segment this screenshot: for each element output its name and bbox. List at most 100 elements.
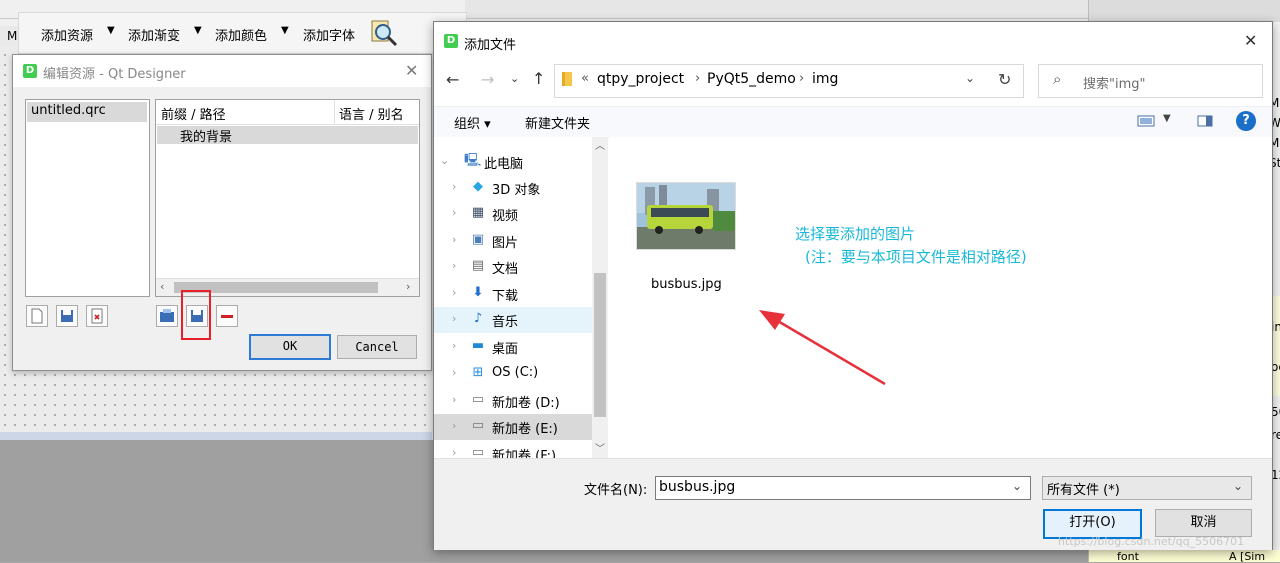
add-font-button[interactable]: 添加字体 xyxy=(303,25,355,44)
ok-button[interactable]: OK xyxy=(249,334,331,360)
refresh-icon: ↻ xyxy=(998,70,1012,89)
breadcrumb-item[interactable]: img xyxy=(812,71,838,87)
nav-item-documents[interactable]: › ▤ 文档 xyxy=(434,254,592,280)
breadcrumb-item[interactable]: qtpy_project xyxy=(597,71,684,87)
new-file-button[interactable] xyxy=(26,305,48,327)
add-gradient-button[interactable]: 添加渐变 xyxy=(128,25,180,44)
add-resource-dropdown[interactable]: ▼ xyxy=(107,25,115,36)
chevron-right-icon[interactable]: › xyxy=(452,446,456,458)
chevron-down-icon[interactable]: ⌄ xyxy=(1012,479,1022,493)
file-dialog-title: 添加文件 xyxy=(464,38,517,53)
add-prefix-icon xyxy=(160,309,174,322)
windows-drive-icon: ⊞ xyxy=(472,365,484,380)
scroll-down-icon[interactable]: ﹀ xyxy=(595,440,605,455)
scrollbar-thumb[interactable] xyxy=(594,273,606,417)
scroll-right-icon[interactable]: › xyxy=(406,280,410,293)
nav-item-3d-objects[interactable]: › ◆ 3D 对象 xyxy=(434,175,592,201)
file-name: busbus.jpg xyxy=(651,277,722,292)
back-icon[interactable]: ← xyxy=(446,70,459,89)
filename-label: 文件名(N): xyxy=(584,483,648,498)
resource-file-list[interactable]: untitled.qrc xyxy=(25,99,150,297)
search-input[interactable]: ⌕ 搜索"img" xyxy=(1038,64,1263,98)
nav-item-pictures[interactable]: › ▣ 图片 xyxy=(434,228,592,254)
address-bar[interactable]: « qtpy_project › PyQt5_demo › img ⌄ xyxy=(554,64,989,98)
add-prefix-button[interactable] xyxy=(156,305,178,327)
m-tab[interactable]: M xyxy=(0,26,18,46)
chevron-right-icon[interactable]: › xyxy=(452,206,456,219)
column-header-prefix[interactable]: 前缀 / 路径 xyxy=(161,104,226,123)
nav-item-drive-c[interactable]: › ⊞ OS (C:) xyxy=(434,361,592,387)
video-icon: ▦ xyxy=(471,205,485,220)
add-resource-button[interactable]: 添加资源 xyxy=(41,25,93,44)
annotation-arrow-icon xyxy=(759,310,886,386)
search-icon: ⌕ xyxy=(1053,70,1062,88)
filename-input[interactable]: busbus.jpg ⌄ xyxy=(655,476,1031,500)
minus-icon xyxy=(221,315,233,318)
file-list-area[interactable]: busbus.jpg 选择要添加的图片 (注：要与本项目文件是相对路径) xyxy=(609,137,1272,458)
list-item[interactable]: untitled.qrc xyxy=(27,102,147,122)
breadcrumb-item[interactable]: PyQt5_demo xyxy=(707,71,796,87)
close-icon[interactable]: ✕ xyxy=(1244,31,1257,50)
qt-designer-icon: D xyxy=(444,34,458,48)
navigation-pane: ⌄ 🖳 此电脑 › ◆ 3D 对象 › ▦ 视频 › ▣ 图片 › ▤ 文档 ›… xyxy=(434,137,608,458)
refresh-button[interactable]: ↻ xyxy=(987,64,1024,98)
chevron-down-icon[interactable]: ⌄ xyxy=(440,154,449,167)
nav-item-downloads[interactable]: › ⬇ 下载 xyxy=(434,281,592,307)
chevron-right-icon[interactable]: › xyxy=(452,419,456,432)
view-dropdown-icon[interactable]: ▼ xyxy=(1163,113,1171,124)
filetype-select[interactable]: 所有文件 (*) ⌄ xyxy=(1042,476,1252,500)
table-row[interactable]: 我的背景 xyxy=(157,126,418,145)
chevron-right-icon[interactable]: › xyxy=(452,180,456,193)
column-header-alias[interactable]: 语言 / 别名 xyxy=(339,104,404,123)
remove-button[interactable] xyxy=(216,305,238,327)
chevron-right-icon[interactable]: › xyxy=(452,366,456,379)
nav-item-this-pc[interactable]: ⌄ 🖳 此电脑 xyxy=(434,149,592,175)
folder-icon xyxy=(560,71,574,86)
close-icon[interactable]: ✕ xyxy=(405,61,418,80)
organize-button[interactable]: 组织 ▾ xyxy=(454,113,491,132)
drive-icon: ▭ xyxy=(471,392,485,407)
open-file-button[interactable] xyxy=(56,305,78,327)
cube-icon: ◆ xyxy=(473,179,483,194)
chevron-right-icon[interactable]: › xyxy=(452,286,456,299)
up-folder-icon[interactable]: ↑ xyxy=(532,69,545,88)
chevron-right-icon[interactable]: › xyxy=(452,312,456,325)
chevron-right-icon[interactable]: › xyxy=(452,339,456,352)
chevron-down-icon[interactable]: ⌄ xyxy=(1233,479,1243,493)
picture-icon: ▣ xyxy=(471,232,485,247)
cancel-button[interactable]: Cancel xyxy=(337,335,417,359)
nav-item-drive-d[interactable]: › ▭ 新加卷 (D:) xyxy=(434,388,592,414)
recent-locations-icon[interactable]: ⌄ xyxy=(510,72,519,85)
watermark: https://blog.csdn.net/qq_5506701 xyxy=(1058,535,1245,548)
new-folder-button[interactable]: 新建文件夹 xyxy=(525,113,590,132)
desktop-icon: ▬ xyxy=(471,338,485,353)
add-color-dropdown[interactable]: ▼ xyxy=(281,25,289,36)
navigation-scrollbar[interactable]: ︿ ﹀ xyxy=(592,137,608,458)
nav-item-videos[interactable]: › ▦ 视频 xyxy=(434,201,592,227)
add-color-button[interactable]: 添加颜色 xyxy=(215,25,267,44)
forward-icon[interactable]: → xyxy=(481,70,494,89)
chevron-right-icon[interactable]: › xyxy=(452,393,456,406)
file-item[interactable]: busbus.jpg xyxy=(609,137,759,297)
chevron-down-icon[interactable]: ⌄ xyxy=(965,71,975,85)
chevron-right-icon[interactable]: › xyxy=(452,233,456,246)
cancel-button[interactable]: 取消 xyxy=(1155,509,1252,537)
nav-item-drive-f[interactable]: › ▭ 新加卷 (F:) xyxy=(434,441,592,459)
view-options-icon[interactable] xyxy=(1137,115,1155,127)
nav-item-drive-e[interactable]: › ▭ 新加卷 (E:) xyxy=(434,414,592,440)
nav-item-music[interactable]: › ♪ 音乐 xyxy=(434,307,592,333)
scroll-left-icon[interactable]: ‹ xyxy=(160,280,164,293)
preview-pane-icon[interactable] xyxy=(1197,115,1213,127)
add-gradient-dropdown[interactable]: ▼ xyxy=(194,25,202,36)
scroll-up-icon[interactable]: ︿ xyxy=(595,137,605,152)
qt-designer-icon: D xyxy=(23,64,37,78)
remove-file-button[interactable] xyxy=(86,305,108,327)
magnifier-icon[interactable] xyxy=(369,19,399,47)
nav-item-desktop[interactable]: › ▬ 桌面 xyxy=(434,334,592,360)
command-bar: 组织 ▾ 新建文件夹 ▼ ? xyxy=(434,106,1272,138)
breadcrumb-separator-icon: › xyxy=(695,71,701,86)
help-icon[interactable]: ? xyxy=(1236,111,1256,131)
resource-tree[interactable]: 前缀 / 路径 语言 / 别名 我的背景 ‹ › xyxy=(155,99,420,297)
chevron-right-icon[interactable]: › xyxy=(452,259,456,272)
document-icon: ▤ xyxy=(471,258,485,273)
